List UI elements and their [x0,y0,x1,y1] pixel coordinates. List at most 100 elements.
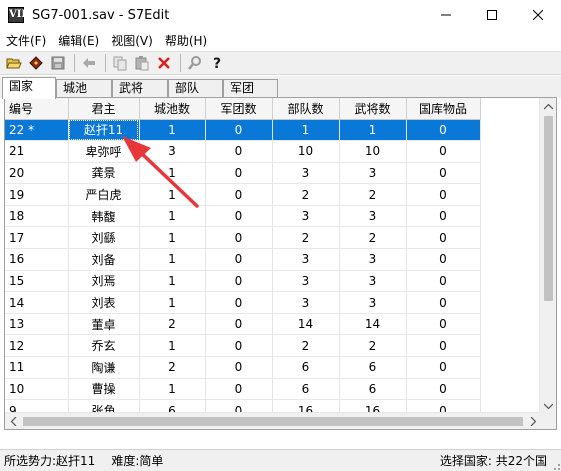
cell-cities: 1 [139,226,206,250]
cell-treasury: 0 [406,356,481,379]
search-button[interactable] [185,53,205,73]
status-selection-count: 选择国家: 共22个国 [439,454,547,468]
column-header-generals[interactable]: 武将数 [339,98,407,120]
scroll-up-button[interactable] [540,98,556,115]
table-row[interactable]: 11 陶谦 2 0 6 6 0 [5,356,481,379]
cell-treasury: 0 [406,248,481,271]
cell-id: 15 [5,270,69,293]
cell-units: 2 [272,183,340,206]
cell-id: 19 [5,183,69,206]
chevron-right-icon [530,417,536,426]
maximize-icon [487,10,497,20]
toolbar-separator [180,54,181,72]
close-icon [533,10,543,20]
tab-unit[interactable]: 部队 [168,79,223,98]
cell-corps: 0 [205,248,273,271]
table-row[interactable]: 21 卑弥呼 3 0 10 10 0 [5,140,481,163]
table-row[interactable]: 20 龚景 1 0 3 3 0 [5,162,481,185]
delete-button[interactable] [154,53,174,73]
save-button[interactable] [48,53,68,73]
cell-treasury: 0 [406,205,481,228]
cell-ruler: 董卓 [68,313,140,336]
cell-ruler: 龚景 [68,162,140,185]
tab-corps[interactable]: 军团 [223,79,278,98]
cell-cities: 2 [139,356,206,379]
tab-strip: 国家 城池 武将 部队 军团 [0,76,561,99]
cell-id: 13 [5,313,69,336]
column-header-corps[interactable]: 军团数 [205,98,273,120]
cell-units: 2 [272,226,340,250]
table-row[interactable]: 10 曹操 1 0 6 6 0 [5,378,481,401]
tab-city[interactable]: 城池 [56,79,112,98]
cell-generals: 14 [339,313,407,336]
cell-cities: 1 [139,119,206,142]
toolbar-separator [74,54,75,72]
chevron-down-icon [544,403,553,409]
vertical-scrollbar[interactable] [539,98,556,414]
tab-country[interactable]: 国家 [2,77,56,99]
cell-corps: 0 [205,119,273,142]
horizontal-scrollbar[interactable] [5,412,541,429]
cell-ruler: 乔玄 [68,334,140,358]
table-row[interactable]: 13 董卓 2 0 14 14 0 [5,313,481,336]
save-as-button[interactable] [26,53,46,73]
cell-treasury: 0 [406,183,481,206]
cell-treasury: 0 [406,140,481,163]
country-table: 编号 君主 城池数 军团数 部队数 武将数 国库物品 22 * 赵扞11 1 0… [5,98,481,414]
cell-id: 17 [5,226,69,250]
cell-units: 1 [272,119,340,142]
menu-help[interactable]: 帮助(H) [159,32,213,49]
cell-generals: 2 [339,226,407,250]
cell-ruler: 刘表 [68,291,140,314]
column-header-units[interactable]: 部队数 [272,98,340,120]
paste-button[interactable] [132,53,152,73]
cell-cities: 1 [139,248,206,271]
cell-corps: 0 [205,270,273,293]
table-row[interactable]: 22 * 赵扞11 1 0 1 1 0 [5,119,481,142]
cell-corps: 0 [205,313,273,336]
cell-treasury: 0 [406,162,481,185]
column-header-cities[interactable]: 城池数 [139,98,206,120]
table-row[interactable]: 19 严白虎 1 0 2 2 0 [5,183,481,206]
minimize-button[interactable] [423,0,469,30]
maximize-button[interactable] [469,0,515,30]
cell-units: 14 [272,313,340,336]
chevron-left-icon [10,417,16,426]
cell-cities: 2 [139,313,206,336]
menu-view[interactable]: 视图(V) [105,32,159,49]
table-row[interactable]: 17 刘繇 1 0 2 2 0 [5,226,481,250]
tab-general[interactable]: 武将 [112,79,168,98]
help-button[interactable]: ? [207,53,227,73]
cell-generals: 3 [339,162,407,185]
menu-file[interactable]: 文件(F) [0,32,52,49]
column-header-ruler[interactable]: 君主 [68,98,140,120]
paste-icon [135,56,149,71]
cell-ruler: 刘焉 [68,270,140,293]
menu-edit[interactable]: 编辑(E) [52,32,105,49]
cell-units: 3 [272,270,340,293]
copy-button[interactable] [110,53,130,73]
table-row[interactable]: 12 乔玄 1 0 2 2 0 [5,334,481,358]
back-button[interactable] [79,53,99,73]
cell-cities: 1 [139,162,206,185]
cell-id: 10 [5,378,69,401]
close-button[interactable] [515,0,561,30]
open-button[interactable] [4,53,24,73]
vertical-scroll-thumb[interactable] [544,116,553,301]
scroll-left-button[interactable] [5,413,22,429]
cell-generals: 3 [339,270,407,293]
resize-grip-icon[interactable] [549,459,561,471]
table-row[interactable]: 16 刘备 1 0 3 3 0 [5,248,481,271]
table-row[interactable]: 14 刘表 1 0 3 3 0 [5,291,481,314]
cell-treasury: 0 [406,334,481,358]
cell-units: 3 [272,248,340,271]
toolbar: ? [0,51,561,75]
column-header-treasury[interactable]: 国库物品 [406,98,481,120]
column-header-id[interactable]: 编号 [5,98,69,120]
cell-ruler: 曹操 [68,378,140,401]
svg-text:?: ? [213,56,221,71]
table-row[interactable]: 15 刘焉 1 0 3 3 0 [5,270,481,293]
horizontal-scroll-thumb[interactable] [23,417,523,426]
cell-corps: 0 [205,205,273,228]
table-row[interactable]: 18 韩馥 1 0 3 3 0 [5,205,481,228]
